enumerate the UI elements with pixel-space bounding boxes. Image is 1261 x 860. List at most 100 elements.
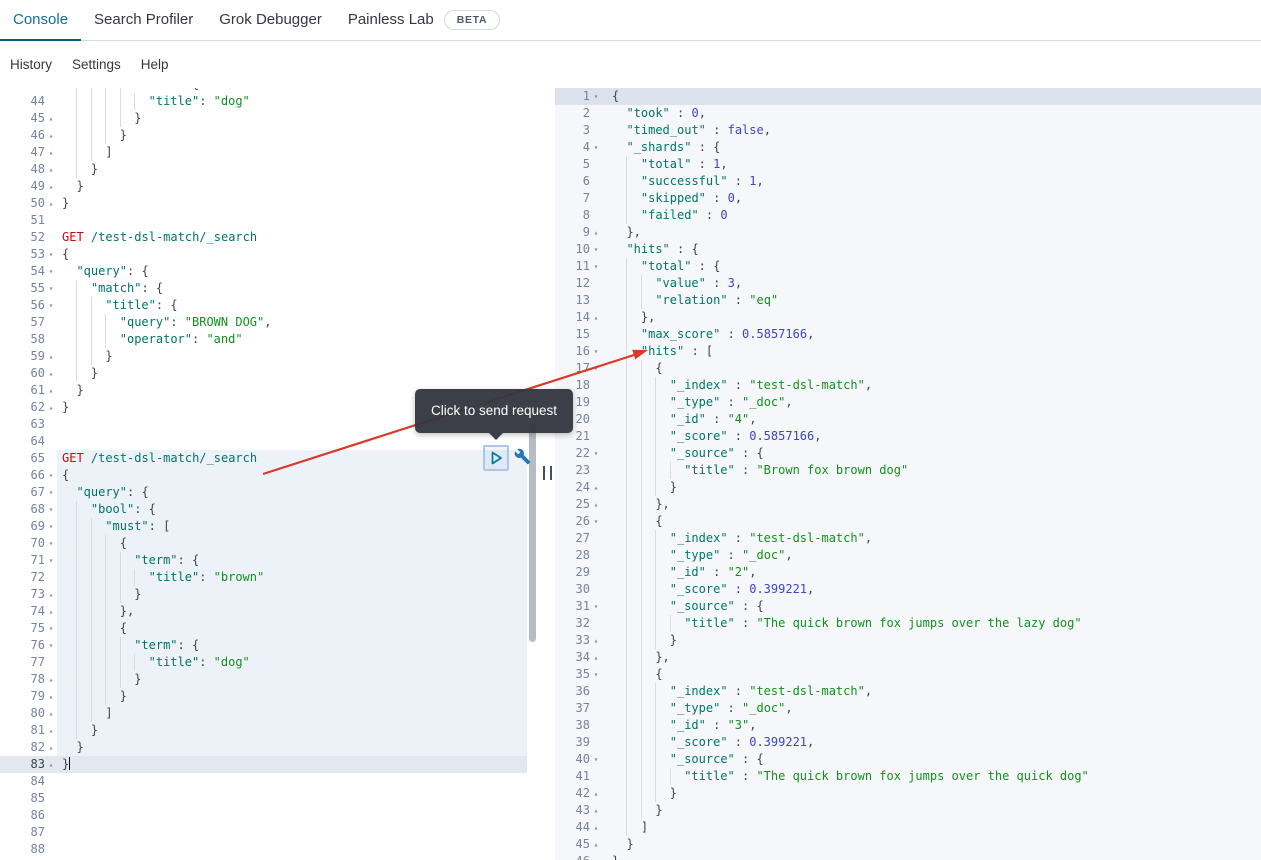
editor-line[interactable]: 53▾{ [0, 246, 540, 263]
editor-line[interactable]: 2"took" : 0, [555, 105, 1261, 122]
fold-toggle-icon[interactable] [590, 581, 602, 598]
fold-toggle-icon[interactable]: ▴ [45, 688, 57, 705]
fold-toggle-icon[interactable]: ▾ [590, 343, 602, 360]
editor-line[interactable]: 20"_id" : "4", [555, 411, 1261, 428]
fold-toggle-icon[interactable] [45, 331, 57, 348]
editor-line[interactable]: 68▾"bool": { [0, 501, 540, 518]
fold-toggle-icon[interactable]: ▴ [45, 195, 57, 212]
fold-toggle-icon[interactable] [45, 773, 57, 790]
editor-line[interactable]: 71▾"term": { [0, 552, 540, 569]
editor-line[interactable]: 43▴} [555, 802, 1261, 819]
fold-toggle-icon[interactable] [590, 615, 602, 632]
editor-line[interactable]: 15"max_score" : 0.5857166, [555, 326, 1261, 343]
fold-toggle-icon[interactable] [45, 433, 57, 450]
editor-line[interactable]: 52GET /test-dsl-match/_search [0, 229, 540, 246]
menu-item-settings[interactable]: Settings [72, 57, 121, 72]
fold-toggle-icon[interactable] [590, 207, 602, 224]
editor-line[interactable]: 33▴} [555, 632, 1261, 649]
editor-line[interactable]: 50▴} [0, 195, 540, 212]
fold-toggle-icon[interactable]: ▴ [45, 178, 57, 195]
editor-line[interactable]: 76▾"term": { [0, 637, 540, 654]
editor-line[interactable]: 12"value" : 3, [555, 275, 1261, 292]
panel-splitter-handle[interactable] [543, 466, 552, 480]
editor-line[interactable]: 70▾{ [0, 535, 540, 552]
fold-toggle-icon[interactable]: ▴ [45, 365, 57, 382]
fold-toggle-icon[interactable]: ▴ [45, 586, 57, 603]
fold-toggle-icon[interactable] [590, 428, 602, 445]
fold-toggle-icon[interactable]: ▴ [45, 110, 57, 127]
fold-toggle-icon[interactable]: ▴ [590, 309, 602, 326]
fold-toggle-icon[interactable]: ▾ [590, 666, 602, 683]
editor-line[interactable]: 31▾"_source" : { [555, 598, 1261, 615]
editor-line[interactable]: 73▴} [0, 586, 540, 603]
editor-line[interactable]: 82▴} [0, 739, 540, 756]
editor-line[interactable]: 75▾{ [0, 620, 540, 637]
fold-toggle-icon[interactable]: ▾ [45, 484, 57, 501]
editor-line[interactable]: 56▾"title": { [0, 297, 540, 314]
editor-line[interactable]: 19"_type" : "_doc", [555, 394, 1261, 411]
editor-line[interactable]: 7"skipped" : 0, [555, 190, 1261, 207]
editor-line[interactable]: 65GET /test-dsl-match/_search [0, 450, 540, 467]
editor-line[interactable]: 51 [0, 212, 540, 229]
editor-line[interactable]: 78▴} [0, 671, 540, 688]
editor-line[interactable]: 3"timed_out" : false, [555, 122, 1261, 139]
fold-toggle-icon[interactable] [590, 734, 602, 751]
fold-toggle-icon[interactable]: ▴ [590, 785, 602, 802]
tab-search-profiler[interactable]: Search Profiler [81, 0, 206, 40]
fold-toggle-icon[interactable]: ▾ [45, 552, 57, 569]
editor-line[interactable]: 16▾"hits" : [ [555, 343, 1261, 360]
fold-toggle-icon[interactable]: ▴ [45, 161, 57, 178]
fold-toggle-icon[interactable]: ▾ [45, 263, 57, 280]
menu-item-help[interactable]: Help [141, 57, 169, 72]
tab-console[interactable]: Console [0, 0, 81, 40]
editor-line[interactable]: 24▴} [555, 479, 1261, 496]
fold-toggle-icon[interactable]: ▴ [45, 705, 57, 722]
fold-toggle-icon[interactable] [590, 683, 602, 700]
editor-line[interactable]: 45▴} [555, 836, 1261, 853]
fold-toggle-icon[interactable]: ▴ [45, 739, 57, 756]
editor-line[interactable]: 74▴}, [0, 603, 540, 620]
editor-line[interactable]: 21"_score" : 0.5857166, [555, 428, 1261, 445]
editor-line[interactable]: 4▾"_shards" : { [555, 139, 1261, 156]
editor-line[interactable]: 14▴}, [555, 309, 1261, 326]
editor-line[interactable]: 66▾{ [0, 467, 540, 484]
fold-toggle-icon[interactable] [590, 768, 602, 785]
editor-line[interactable]: 54▾"query": { [0, 263, 540, 280]
fold-toggle-icon[interactable]: ▴ [45, 127, 57, 144]
editor-line[interactable]: 18"_index" : "test-dsl-match", [555, 377, 1261, 394]
editor-line[interactable]: 40▾"_source" : { [555, 751, 1261, 768]
fold-toggle-icon[interactable]: ▾ [45, 246, 57, 263]
fold-toggle-icon[interactable]: ▴ [45, 603, 57, 620]
editor-line[interactable]: 36"_index" : "test-dsl-match", [555, 683, 1261, 700]
fold-toggle-icon[interactable]: ▴ [45, 382, 57, 399]
editor-line[interactable]: 26▾{ [555, 513, 1261, 530]
editor-line[interactable]: 42▴} [555, 785, 1261, 802]
editor-line[interactable]: 84 [0, 773, 540, 790]
fold-toggle-icon[interactable]: ▾ [590, 139, 602, 156]
fold-toggle-icon[interactable]: ▴ [45, 722, 57, 739]
fold-toggle-icon[interactable] [45, 807, 57, 824]
fold-toggle-icon[interactable] [590, 173, 602, 190]
editor-line[interactable]: 49▴} [0, 178, 540, 195]
editor-line[interactable]: 67▾"query": { [0, 484, 540, 501]
fold-toggle-icon[interactable]: ▾ [590, 258, 602, 275]
fold-toggle-icon[interactable]: ▴ [45, 399, 57, 416]
fold-toggle-icon[interactable]: ▴ [590, 802, 602, 819]
fold-toggle-icon[interactable]: ▾ [45, 501, 57, 518]
fold-toggle-icon[interactable] [45, 569, 57, 586]
fold-toggle-icon[interactable]: ▾ [45, 297, 57, 314]
fold-toggle-icon[interactable] [45, 229, 57, 246]
fold-toggle-icon[interactable]: ▾ [590, 751, 602, 768]
fold-toggle-icon[interactable] [45, 93, 57, 110]
fold-toggle-icon[interactable] [590, 530, 602, 547]
editor-line[interactable]: 11▾"total" : { [555, 258, 1261, 275]
editor-line[interactable]: 44▴] [555, 819, 1261, 836]
fold-toggle-icon[interactable] [590, 156, 602, 173]
editor-line[interactable]: 17▾{ [555, 360, 1261, 377]
fold-toggle-icon[interactable]: ▴ [590, 853, 602, 860]
request-options-button[interactable] [512, 445, 532, 467]
editor-line[interactable]: 29"_id" : "2", [555, 564, 1261, 581]
fold-toggle-icon[interactable] [590, 292, 602, 309]
fold-toggle-icon[interactable]: ▴ [590, 479, 602, 496]
fold-toggle-icon[interactable] [590, 547, 602, 564]
